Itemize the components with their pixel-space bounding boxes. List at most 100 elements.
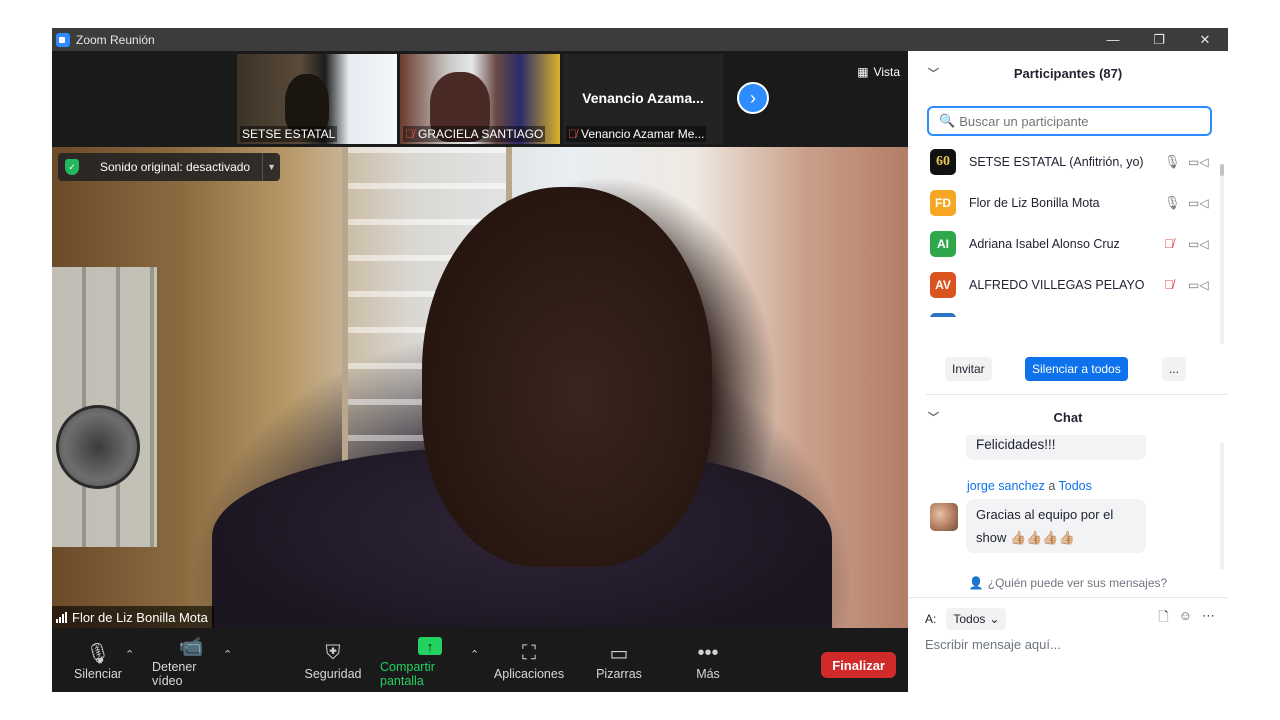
apps-icon: ⛶ (522, 641, 536, 664)
mic-off-icon: 🎙̸ (568, 127, 577, 141)
participant-row[interactable]: 60 SETSE ESTATAL (Anfitrión, yo) 🎙 ▭◁ (908, 141, 1220, 182)
chat-messages: Felicidades!!! jorge sanchez a Todos Gra… (908, 435, 1218, 569)
mute-all-button[interactable]: Silenciar a todos (1025, 357, 1128, 381)
chat-message-input[interactable]: Escribir mensaje aquí... (925, 637, 1215, 657)
stop-video-button[interactable]: 📹 Detener vídeo (152, 628, 230, 692)
participant-name: Adriana Isabel Alonso Cruz (969, 236, 1120, 251)
active-speaker-video: ✓ Sonido original: desactivado ▼ Flor de… (52, 147, 908, 628)
file-icon[interactable]: 🗋 (1158, 608, 1168, 630)
signal-bars-icon (56, 611, 67, 623)
more-button[interactable]: ••• Más (690, 628, 726, 692)
participant-row[interactable]: FD Flor de Liz Bonilla Mota 🎙 ▭◁ (908, 182, 1220, 223)
chat-sender[interactable]: jorge sanchez (967, 479, 1045, 493)
close-button[interactable]: ✕ (1182, 28, 1228, 51)
to-label: A: (925, 612, 937, 626)
participant-name: ALFREDO VILLEGAS PELAYO (969, 277, 1145, 292)
meeting-stage: SETSE ESTATAL 🎙̸ GRACIELA SANTIAGO Venanc… (52, 51, 908, 692)
avatar (930, 503, 958, 531)
next-page-button[interactable]: › (737, 82, 769, 114)
speaker-head (422, 187, 712, 567)
chat-sender-line: jorge sanchez a Todos (967, 479, 1092, 493)
video-camera-icon[interactable]: ▭◁ (1188, 278, 1209, 292)
chevron-down-icon: ⌄ (989, 612, 1000, 626)
collapse-participants-icon[interactable]: ﹀ (928, 65, 939, 81)
mic-off-icon[interactable]: 🎙̸ (1164, 236, 1174, 251)
apps-button[interactable]: ⛶ Aplicaciones (493, 628, 565, 692)
microphone-icon: 🎙 (85, 642, 111, 665)
minimize-button[interactable]: — (1090, 28, 1136, 51)
participant-search-input[interactable] (959, 113, 1200, 129)
video-options-caret-icon[interactable]: ⌃ (223, 648, 232, 661)
avatar: FD (930, 189, 956, 216)
zoom-window: Zoom Reunión — ❐ ✕ SETSE ESTATAL 🎙̸ GRACI… (52, 28, 1228, 692)
share-options-caret-icon[interactable]: ⌃ (470, 648, 479, 661)
thumbnail-display-name: Venancio Azama... (582, 90, 704, 106)
participants-header: ﹀ Participantes (87) (908, 51, 1228, 95)
chat-to-connector: a (1048, 479, 1056, 493)
video-camera-icon[interactable]: ▭◁ (1188, 237, 1209, 251)
chat-recipient-row: A: Todos ⌄ 🗋 ☺ ⋯ (925, 607, 1215, 631)
security-button[interactable]: ⛨ Seguridad (304, 628, 362, 692)
mute-button[interactable]: 🎙 Silenciar (74, 628, 122, 692)
thumbnail-name: 🎙̸ Venancio Azamar Me... (566, 126, 707, 142)
chat-message: Gracias al equipo por el show 👍🏼👍🏼👍🏼👍🏼 (966, 499, 1146, 553)
chat-message: Felicidades!!! (966, 435, 1146, 460)
more-dots-icon: ••• (697, 641, 719, 664)
search-icon: 🔍 (939, 113, 956, 128)
chat-header: ﹀ Chat (908, 401, 1228, 433)
who-can-see-link[interactable]: 👤 ¿Quién puede ver sus mensajes? (908, 573, 1228, 593)
participants-more-button[interactable]: ... (1162, 357, 1187, 381)
title-bar: Zoom Reunión — ❐ ✕ (52, 28, 1228, 51)
whiteboards-button[interactable]: ▭ Pizarras (594, 628, 644, 692)
chat-recipient[interactable]: Todos (1059, 479, 1092, 493)
microphone-icon[interactable]: 🎙 (1164, 154, 1181, 170)
thumbnail-setse-estatal[interactable]: SETSE ESTATAL (237, 54, 397, 144)
shield-check-icon: ✓ (58, 159, 86, 175)
whiteboards-label: Pizarras (596, 667, 642, 681)
security-label: Seguridad (304, 667, 362, 681)
meeting-toolbar: 🎙 Silenciar ⌃ 📹 Detener vídeo ⌃ ⛨ Seguri… (52, 628, 908, 692)
participants-scrollbar[interactable] (1220, 164, 1224, 344)
participant-actions: Invitar Silenciar a todos ... (908, 357, 1228, 387)
participant-row[interactable] (908, 305, 1220, 317)
avatar (930, 312, 956, 317)
window-title: Zoom Reunión (76, 32, 155, 47)
original-sound-badge[interactable]: ✓ Sonido original: desactivado ▼ (58, 153, 281, 181)
mic-off-icon: 🎙̸ (405, 127, 414, 141)
participant-search[interactable]: 🔍 (927, 106, 1212, 136)
collapse-chat-icon[interactable]: ﹀ (928, 409, 939, 425)
chat-scrollbar[interactable] (1220, 443, 1224, 569)
restore-button[interactable]: ❐ (1136, 28, 1182, 51)
more-label: Más (696, 667, 720, 681)
panel-divider (926, 394, 1228, 395)
participants-scrollbar-thumb[interactable] (1220, 164, 1224, 176)
mute-label: Silenciar (74, 667, 122, 681)
video-camera-icon[interactable]: ▭◁ (1188, 155, 1209, 169)
who-can-see-label: ¿Quién puede ver sus mensajes? (987, 576, 1168, 590)
share-screen-label: Compartir pantalla (380, 660, 435, 688)
microphone-icon[interactable]: 🎙 (1164, 195, 1181, 211)
share-screen-button[interactable]: ↑ Compartir pantalla (380, 628, 480, 692)
video-camera-icon: 📹 (178, 635, 204, 658)
audio-options-caret-icon[interactable]: ⌃ (125, 648, 134, 661)
thumbnail-venancio-azamar[interactable]: Venancio Azama... 🎙̸ Venancio Azamar Me..… (563, 54, 723, 144)
shield-icon: ⛨ (325, 641, 341, 664)
video-camera-icon[interactable]: ▭◁ (1188, 196, 1209, 210)
invite-button[interactable]: Invitar (945, 357, 992, 381)
share-screen-icon: ↑ (418, 632, 442, 660)
participant-name: SETSE ESTATAL (Anfitrión, yo) (969, 154, 1144, 169)
view-button[interactable]: ▦ Vista (857, 65, 900, 79)
emoji-icon[interactable]: ☺ (1179, 608, 1192, 630)
background-fan (56, 405, 140, 489)
chevron-down-icon[interactable]: ▼ (262, 153, 280, 181)
more-dots-icon[interactable]: ⋯ (1202, 608, 1215, 630)
end-meeting-button[interactable]: Finalizar (821, 652, 896, 678)
mic-off-icon[interactable]: 🎙̸ (1164, 277, 1174, 292)
participant-row[interactable]: AI Adriana Isabel Alonso Cruz 🎙̸ ▭◁ (908, 223, 1220, 264)
thumbnail-graciela-santiago[interactable]: 🎙̸ GRACIELA SANTIAGO (400, 54, 560, 144)
speaker-name: Flor de Liz Bonilla Mota (72, 609, 208, 625)
participant-row[interactable]: AV ALFREDO VILLEGAS PELAYO 🎙̸ ▭◁ (908, 264, 1220, 305)
thumbnail-person (285, 74, 329, 134)
recipient-dropdown[interactable]: Todos ⌄ (946, 608, 1007, 630)
view-label: Vista (873, 65, 900, 79)
